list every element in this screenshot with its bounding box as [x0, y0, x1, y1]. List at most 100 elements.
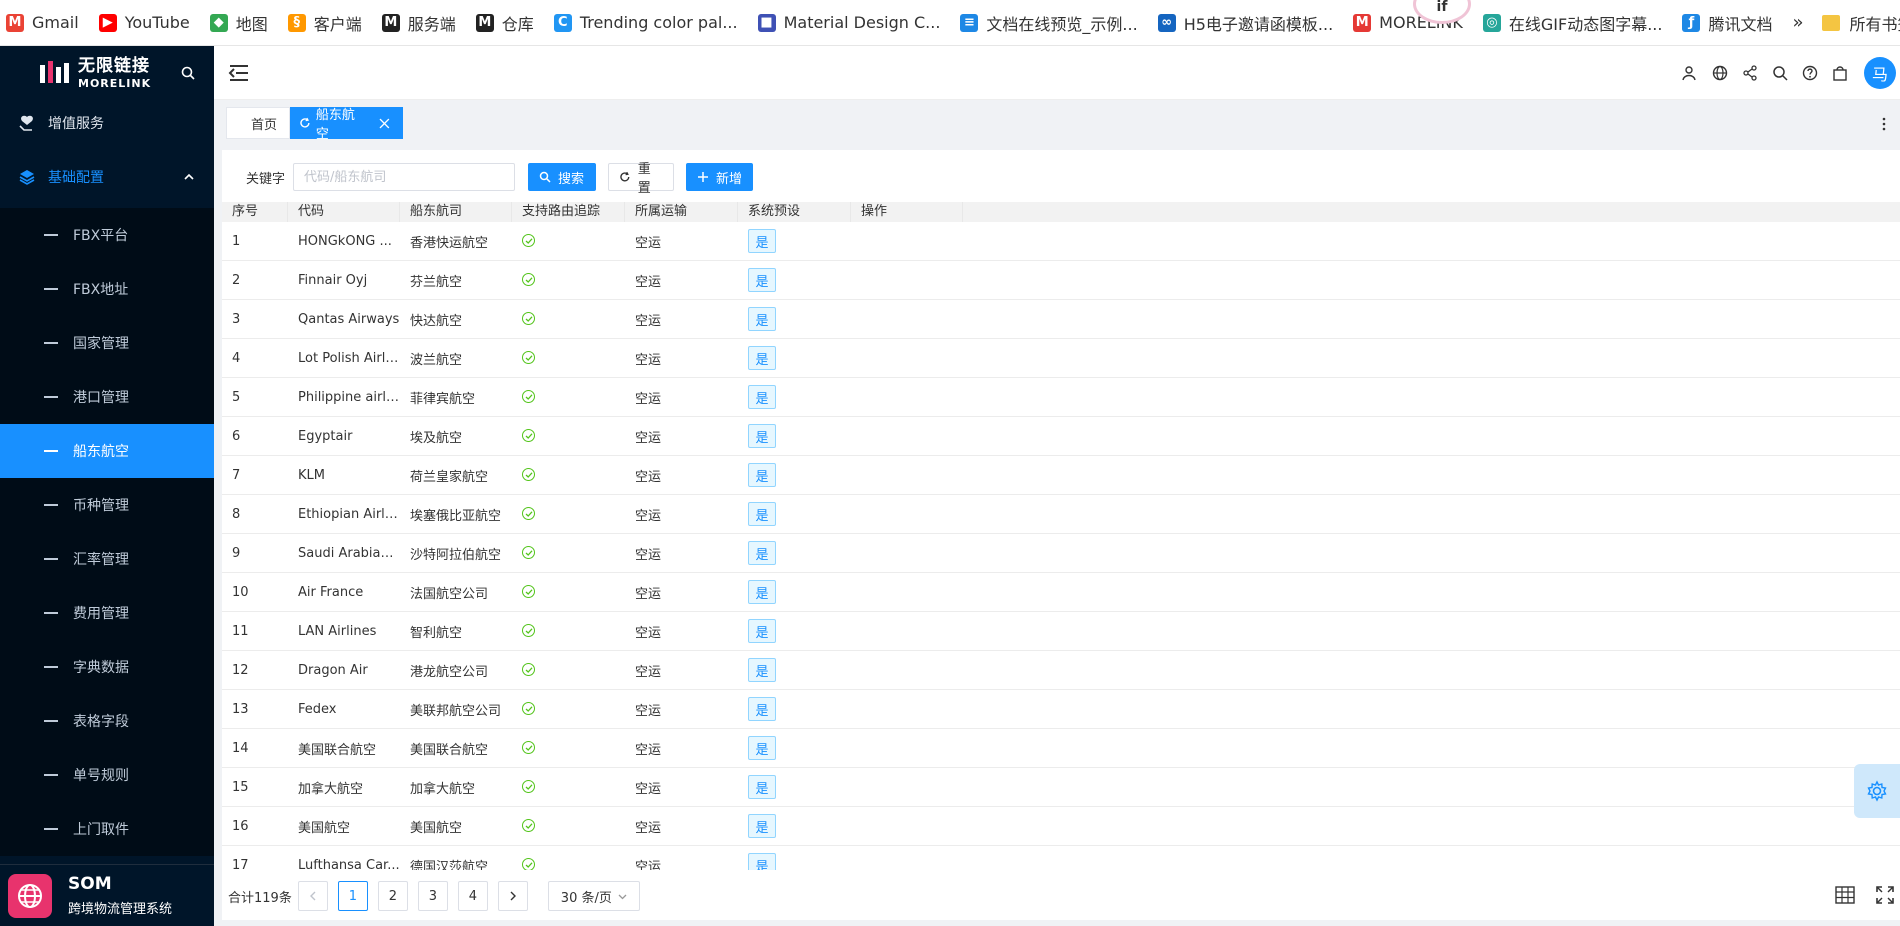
- preset-tag: 是: [748, 424, 776, 448]
- check-circle-icon: [522, 312, 535, 325]
- next-page-button[interactable]: [497, 881, 528, 911]
- table-row[interactable]: 12 Dragon Air 港龙航空公司 空运 是: [222, 651, 1900, 690]
- all-bookmarks-folder[interactable]: 所有书签: [1821, 11, 1900, 35]
- keyword-input[interactable]: [293, 163, 516, 191]
- bookmarks-overflow-button[interactable]: »: [1793, 12, 1804, 33]
- sidebar-item[interactable]: 单号规则: [0, 748, 214, 802]
- share-icon[interactable]: [1742, 65, 1758, 81]
- sidebar-item[interactable]: 币种管理: [0, 478, 214, 532]
- menu-group-base-config[interactable]: 基础配置: [0, 146, 214, 208]
- sidebar-item[interactable]: 港口管理: [0, 370, 214, 424]
- column-header[interactable]: 操作: [851, 202, 963, 222]
- bookmark-item[interactable]: ▶ YouTube: [98, 13, 190, 32]
- column-header[interactable]: 船东航司: [400, 202, 512, 222]
- logo[interactable]: 无限链接 MORELINK: [0, 46, 214, 100]
- bookmark-item[interactable]: M 服务端: [381, 11, 456, 35]
- table-cell: 空运: [635, 820, 662, 836]
- column-header[interactable]: 序号: [222, 202, 288, 222]
- table-row[interactable]: 1 HONGkONG ... 香港快运航空 空运 是: [222, 222, 1900, 261]
- user-switch-icon[interactable]: [1682, 65, 1698, 81]
- refresh-icon[interactable]: [299, 117, 311, 129]
- column-header[interactable]: 所属运输: [625, 202, 738, 222]
- table-row[interactable]: 5 Philippine airli... 菲律宾航空 空运 是: [222, 378, 1900, 417]
- top-bar: 马: [214, 46, 1900, 100]
- check-circle-icon: [522, 663, 535, 676]
- table-row[interactable]: 17 Lufthansa Car... 德国汉莎航空 空运 是: [222, 846, 1900, 870]
- system-switcher[interactable]: SOM 跨境物流管理系统: [0, 864, 214, 926]
- sidebar-item[interactable]: 上门取件: [0, 802, 214, 856]
- table-row[interactable]: 13 Fedex 美联邦航空公司 空运 是: [222, 690, 1900, 729]
- sidebar-item[interactable]: FBX地址: [0, 262, 214, 316]
- sidebar-item[interactable]: 船东航空: [0, 424, 214, 478]
- menu-collapse-icon[interactable]: [228, 64, 250, 82]
- table-row[interactable]: 7 KLM 荷兰皇家航空 空运 是: [222, 456, 1900, 495]
- check-circle-icon: [522, 273, 535, 286]
- globe-language-icon[interactable]: [1712, 65, 1728, 81]
- preset-tag: 是: [748, 580, 776, 604]
- table-row[interactable]: 11 LAN Airlines 智利航空 空运 是: [222, 612, 1900, 651]
- column-header[interactable]: 系统预设: [738, 202, 851, 222]
- table-row[interactable]: 8 Ethiopian Airli... 埃塞俄比亚航空 空运 是: [222, 495, 1900, 534]
- table-row[interactable]: 4 Lot Polish Airli... 波兰航空 空运 是: [222, 339, 1900, 378]
- sidebar-item[interactable]: 表格字段: [0, 694, 214, 748]
- table-cell: 是: [738, 502, 851, 526]
- sidebar-item[interactable]: 费用管理: [0, 586, 214, 640]
- menu-item-value-added[interactable]: 增值服务: [0, 100, 214, 146]
- sidebar-item[interactable]: 汇率管理: [0, 532, 214, 586]
- bookmark-item[interactable]: ■ Material Design C...: [757, 13, 940, 32]
- dash-icon: [44, 612, 58, 614]
- sidebar-search-icon[interactable]: [180, 65, 196, 81]
- bookmark-item[interactable]: M 仓库: [475, 11, 534, 35]
- close-icon[interactable]: [379, 118, 390, 129]
- table-row[interactable]: 15 加拿大航空 加拿大航空 空运 是: [222, 768, 1900, 807]
- page-button[interactable]: 1: [337, 881, 368, 911]
- bookmark-item[interactable]: M Gmail: [6, 13, 79, 32]
- sidebar-item[interactable]: FBX平台: [0, 208, 214, 262]
- help-icon[interactable]: [1802, 65, 1818, 81]
- settings-float-button[interactable]: [1854, 764, 1900, 818]
- table-row[interactable]: 9 Saudi Arabian... 沙特阿拉伯航空 空运 是: [222, 534, 1900, 573]
- search-icon[interactable]: [1772, 65, 1788, 81]
- bookmark-item[interactable]: ƒ 腾讯文档: [1682, 11, 1773, 35]
- sidebar-item[interactable]: 国家管理: [0, 316, 214, 370]
- search-button[interactable]: 搜索: [528, 163, 597, 191]
- fullscreen-icon[interactable]: [1874, 884, 1896, 906]
- table-cell: 空运: [635, 586, 662, 602]
- reset-button[interactable]: 重置: [608, 162, 675, 196]
- sidebar-item[interactable]: 字典数据: [0, 640, 214, 694]
- tab-home[interactable]: 首页: [226, 107, 290, 139]
- page-button[interactable]: 3: [417, 881, 448, 911]
- sidebar-item-label: 字典数据: [73, 660, 129, 676]
- page-button[interactable]: 4: [457, 881, 488, 911]
- table-cell: 菲律宾航空: [410, 391, 476, 407]
- table-row[interactable]: 16 美国航空 美国航空 空运 是: [222, 807, 1900, 846]
- avatar[interactable]: 马: [1864, 57, 1896, 89]
- column-header[interactable]: 支持路由追踪: [512, 202, 625, 222]
- table-cell: 美国航空: [298, 820, 351, 836]
- column-settings-icon[interactable]: [1834, 884, 1856, 906]
- table-cell: 7: [232, 467, 241, 483]
- bookmark-item[interactable]: ◎ 在线GIF动态图字幕...: [1482, 11, 1662, 35]
- tab-active[interactable]: 船东航空: [290, 107, 403, 142]
- table-cell: Ethiopian Airli...: [298, 506, 400, 522]
- add-button[interactable]: 新增: [686, 163, 754, 191]
- more-vertical-icon[interactable]: [1882, 117, 1886, 131]
- table-row[interactable]: 2 Finnair Oyj 芬兰航空 空运 是: [222, 261, 1900, 300]
- page-button[interactable]: 2: [377, 881, 408, 911]
- table-row[interactable]: 3 Qantas Airways 快达航空 空运 是: [222, 300, 1900, 339]
- chevron-up-icon: [184, 173, 194, 180]
- bookmark-item[interactable]: ◆ 地图: [209, 11, 268, 35]
- column-header[interactable]: 代码: [288, 202, 400, 222]
- bookmark-item[interactable]: § 客户端: [287, 11, 362, 35]
- page-size-select[interactable]: 30 条/页: [547, 881, 640, 911]
- bookmark-item[interactable]: ≡ 文档在线预览_示例...: [960, 11, 1138, 35]
- table-row[interactable]: 10 Air France 法国航空公司 空运 是: [222, 573, 1900, 612]
- bookmark-item[interactable]: ∞ H5电子邀请函模板...: [1157, 11, 1333, 35]
- table-row[interactable]: 14 美国联合航空 美国联合航空 空运 是: [222, 729, 1900, 768]
- prev-page-button[interactable]: [297, 881, 328, 911]
- bookmark-item[interactable]: C Trending color pal...: [553, 13, 738, 32]
- shopping-bag-icon[interactable]: [1832, 65, 1848, 81]
- dash-icon: [44, 774, 58, 776]
- preset-tag: 是: [748, 736, 776, 760]
- table-row[interactable]: 6 Egyptair 埃及航空 空运 是: [222, 417, 1900, 456]
